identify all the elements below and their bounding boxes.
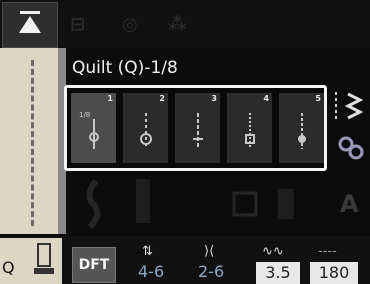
stitch-button-5[interactable]: 5 (279, 93, 324, 163)
stitch-button-1[interactable]: 1 1/8 (71, 93, 116, 163)
stitch-width-icon: ⟩⟨ (204, 244, 215, 259)
width-line-icon: ‐‐‐‐ (318, 244, 337, 259)
stitch-number: 3 (211, 94, 217, 103)
length-wave-icon: ∿∿ (262, 244, 284, 259)
stitch-number: 4 (263, 94, 269, 103)
up-button[interactable] (2, 2, 58, 48)
stitch-title: Quilt (Q)-1/8 (72, 58, 178, 78)
length-value-field[interactable]: 3.5 (256, 262, 300, 284)
pattern-mode-label: Q (2, 258, 15, 277)
width-value-field[interactable]: 180 (310, 262, 358, 284)
stitch-number: 1 (107, 94, 113, 103)
stitch-pattern-icon (140, 113, 152, 149)
stitch-number: 5 (315, 94, 321, 103)
stitch-button-2[interactable]: 2 (123, 93, 168, 163)
stitch-pattern-icon (193, 113, 203, 149)
ghost-category-1: ⊟ (70, 14, 86, 35)
stitch-length-icon: ⇅ (142, 244, 153, 259)
stitch-length-range: 4-6 (138, 262, 165, 281)
default-button[interactable]: DFT (72, 247, 116, 283)
stitch-button-3[interactable]: 3 (175, 93, 220, 163)
stitch-number: 2 (159, 94, 165, 103)
ghost-category-3: ⁂ (168, 14, 187, 35)
mirror-button[interactable] (332, 130, 370, 166)
mirror-icon (338, 136, 364, 160)
stitch-button-4[interactable]: 4 (227, 93, 272, 163)
stitch-length-toggle[interactable] (330, 88, 370, 126)
stitch-pattern-icon (89, 119, 99, 149)
stitch-selection-box: 1 1/8 2 3 4 5 (64, 85, 327, 171)
presser-foot-icon (34, 243, 54, 274)
ghost-stitch-area (86, 179, 294, 230)
stitch-pattern-icon (298, 113, 306, 149)
stitch-width-range: 2-6 (198, 262, 225, 281)
stitch-pattern-icon (245, 113, 255, 149)
zigzag-icon (335, 92, 364, 122)
ghost-category-2: ◎ (122, 14, 138, 35)
up-arrow-icon (19, 11, 41, 33)
stitch-preview-line (31, 60, 34, 226)
